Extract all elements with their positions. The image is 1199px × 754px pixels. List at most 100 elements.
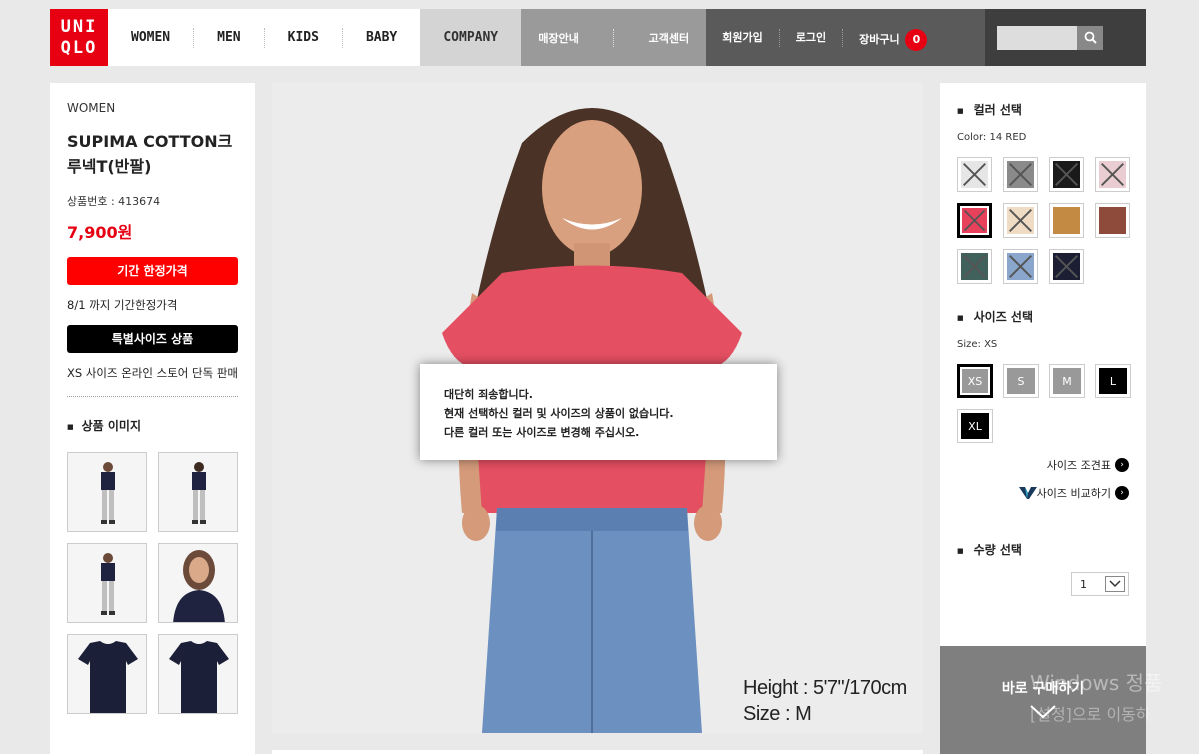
- thumbnail-image[interactable]: [158, 452, 238, 532]
- quantity-select[interactable]: 1: [1071, 572, 1129, 596]
- swatch-fill: [961, 253, 988, 280]
- soldout-x-icon: [1009, 255, 1032, 278]
- size-option-xs[interactable]: XS: [957, 364, 993, 398]
- thumbnail-image[interactable]: [158, 543, 238, 623]
- soldout-x-icon: [963, 209, 986, 232]
- size-option-label: XL: [961, 413, 989, 439]
- dialog-line: 현재 선택하신 컬러 및 사이즈의 상품이 없습니다.: [444, 407, 674, 420]
- color-swatch-pattern[interactable]: [1003, 157, 1038, 192]
- special-size-note: XS 사이즈 온라인 스토어 단독 판매: [67, 365, 238, 397]
- color-select-heading: 컬러 선택: [957, 101, 1129, 118]
- quantity-value: 1: [1080, 577, 1087, 591]
- nav-store-info[interactable]: 매장안내: [538, 30, 578, 46]
- thumbnail-grid: [67, 452, 238, 714]
- nav-login[interactable]: 로그인: [780, 28, 844, 47]
- model-info: Height : 5'7"/170cm Size : M: [743, 675, 907, 727]
- special-size-badge: 특별사이즈 상품: [67, 325, 238, 353]
- options-panel: 컬러 선택 Color: 14 RED 사이즈 선택 Size: XS XS SM…: [940, 83, 1146, 646]
- model-size: Size : M: [743, 703, 812, 725]
- search-button[interactable]: [1077, 25, 1104, 50]
- product-images-heading: 상품 이미지: [67, 417, 238, 434]
- color-swatch-pink[interactable]: [1095, 157, 1130, 192]
- soldout-x-icon: [963, 163, 986, 186]
- chevron-right-icon: ›: [1115, 486, 1129, 500]
- product-info-panel: WOMEN SUPIMA COTTON크루넥T(반팔) 상품번호 : 41367…: [50, 83, 255, 754]
- color-swatch-dark-green[interactable]: [957, 249, 992, 284]
- soldout-x-icon: [1101, 163, 1124, 186]
- size-option-label: S: [1007, 368, 1035, 394]
- size-option-xl[interactable]: XL: [957, 409, 993, 443]
- cart-count-badge: 0: [905, 28, 928, 51]
- soldout-x-icon: [1055, 255, 1078, 278]
- thumbnail-image[interactable]: [67, 452, 147, 532]
- nav-company[interactable]: COMPANY: [420, 9, 522, 66]
- nav-signup[interactable]: 회원가입: [706, 28, 780, 47]
- nav-baby[interactable]: BABY: [343, 28, 420, 48]
- thumbnail-image[interactable]: [67, 543, 147, 623]
- user-nav: 회원가입 로그인 장바구니 0: [706, 9, 986, 66]
- color-swatch-brown[interactable]: [1095, 203, 1130, 238]
- size-option-label: M: [1053, 368, 1081, 394]
- size-chart-link[interactable]: 사이즈 조견표 ›: [957, 457, 1129, 473]
- product-category: WOMEN: [67, 101, 116, 115]
- dialog-line: 대단히 죄송합니다.: [444, 388, 533, 401]
- search-bar: [985, 9, 1146, 66]
- swatch-fill: [1099, 161, 1126, 188]
- nav-kids[interactable]: KIDS: [265, 27, 343, 48]
- category-nav: WOMEN MEN KIDS BABY: [108, 9, 421, 66]
- nav-cart[interactable]: 장바구니 0: [843, 28, 933, 51]
- uniqlo-logo[interactable]: UNI QLO: [50, 9, 108, 66]
- soldout-x-icon: [1055, 163, 1078, 186]
- size-compare-link[interactable]: 사이즈 비교하기 ›: [957, 485, 1129, 501]
- color-swatch-beige[interactable]: [1003, 203, 1038, 238]
- size-option-l[interactable]: L: [1095, 364, 1131, 398]
- service-nav: 매장안내 고객센터: [521, 9, 707, 66]
- selected-size-label: Size: XS: [957, 339, 998, 350]
- model-height: Height : 5'7"/170cm: [743, 677, 907, 699]
- thumbnail-image[interactable]: [158, 634, 238, 714]
- size-options: XS S M L XL: [957, 364, 1131, 443]
- swatch-fill: [962, 208, 987, 233]
- size-chart-label: 사이즈 조견표: [1046, 459, 1111, 472]
- color-swatches: [957, 157, 1130, 284]
- size-option-s[interactable]: S: [1003, 364, 1039, 398]
- swatch-fill: [961, 161, 988, 188]
- swatch-fill: [1053, 207, 1080, 234]
- nav-men[interactable]: MEN: [194, 27, 265, 48]
- windows-activation-watermark: Windows 정품: [1030, 671, 1163, 695]
- swatch-fill: [1099, 207, 1126, 234]
- color-swatch-navy[interactable]: [1049, 249, 1084, 284]
- quantity-select-heading: 수량 선택: [957, 541, 1129, 558]
- cart-label: 장바구니: [859, 32, 900, 46]
- soldout-x-icon: [1009, 209, 1032, 232]
- size-option-m[interactable]: M: [1049, 364, 1085, 398]
- out-of-stock-dialog: 대단히 죄송합니다. 현재 선택하신 컬러 및 사이즈의 상품이 없습니다. 다…: [420, 364, 777, 460]
- nav-women[interactable]: WOMEN: [108, 27, 195, 48]
- color-swatch-black[interactable]: [1049, 157, 1084, 192]
- swatch-fill: [1053, 161, 1080, 188]
- color-swatch-light-blue[interactable]: [1003, 249, 1038, 284]
- thumbnail-image[interactable]: [67, 634, 147, 714]
- divider: [613, 28, 615, 47]
- chevron-right-icon: ›: [1115, 458, 1129, 472]
- swatch-fill: [1007, 161, 1034, 188]
- color-swatch-red[interactable]: [957, 203, 992, 238]
- product-price: 7,900원: [67, 223, 133, 242]
- color-swatch-white[interactable]: [957, 157, 992, 192]
- main-product-image: Height : 5'7"/170cm Size : M 대단히 죄송합니다. …: [272, 83, 923, 733]
- soldout-x-icon: [1009, 163, 1032, 186]
- dialog-line: 다른 컬러 또는 사이즈로 변경해 주십시오.: [444, 426, 640, 439]
- color-swatch-mustard[interactable]: [1049, 203, 1084, 238]
- swatch-fill: [1007, 207, 1034, 234]
- search-input[interactable]: [997, 25, 1078, 50]
- swatch-fill: [1053, 253, 1080, 280]
- nav-customer-center[interactable]: 고객센터: [649, 30, 689, 46]
- limited-price-badge: 기간 한정가격: [67, 257, 238, 285]
- content-below-image: [272, 750, 923, 754]
- limited-price-note: 8/1 까지 기간한정가격: [67, 298, 178, 312]
- chevron-down-icon: [1105, 576, 1125, 592]
- product-code: 상품번호 : 413674: [67, 195, 161, 208]
- buy-now-button[interactable]: 바로 구매하기: [940, 646, 1146, 754]
- size-option-label: L: [1099, 368, 1127, 394]
- size-select-heading: 사이즈 선택: [957, 308, 1129, 325]
